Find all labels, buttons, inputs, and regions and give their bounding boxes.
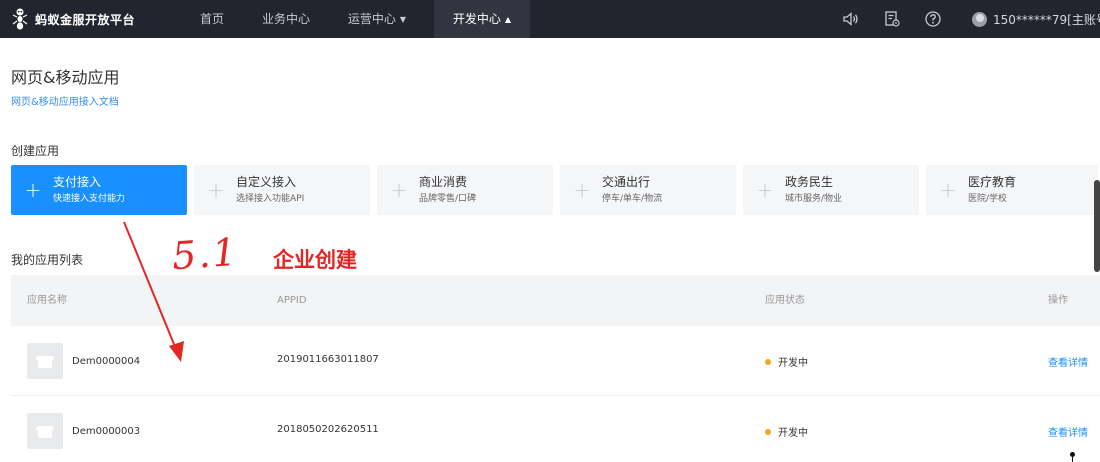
card-subtitle: 停车/单车/物流 <box>602 194 663 204</box>
scrollbar-thumb[interactable] <box>1094 180 1100 272</box>
create-app-label: 创建应用 <box>11 144 60 158</box>
app-id: 2019011663011807 <box>277 354 379 365</box>
doc-link[interactable]: 网页&移动应用接入文档 <box>11 93 119 108</box>
status-dot <box>765 428 771 435</box>
caret-down-icon: ▼ <box>399 15 407 24</box>
status-badge: 开发中 <box>765 354 808 369</box>
nav-item-home[interactable]: 首页 <box>186 0 238 38</box>
table-row: Dem0000003 2018050202620511 开发中 查看详情 <box>11 396 1100 462</box>
app-table-header: 应用名称 APPID 应用状态 操作 <box>11 275 1100 326</box>
ant-logo-icon <box>12 8 28 30</box>
nav-item-business[interactable]: 业务中心 <box>248 0 324 38</box>
column-header-action: 操作 <box>1048 295 1068 306</box>
column-header-appid: APPID <box>277 295 307 306</box>
status-text: 开发中 <box>778 428 808 439</box>
status-text: 开发中 <box>778 358 808 369</box>
create-card-commerce[interactable]: + 商业消费 品牌零售/口碑 <box>377 165 553 215</box>
app-name: Dem0000003 <box>72 426 141 437</box>
card-subtitle: 选择接入功能API <box>236 194 305 204</box>
card-title: 交通出行 <box>602 175 651 189</box>
card-subtitle: 医院/学校 <box>968 194 1008 204</box>
avatar-icon <box>972 11 987 27</box>
document-settings-icon[interactable] <box>883 10 901 28</box>
app-id: 2018050202620511 <box>277 424 379 435</box>
card-title: 支付接入 <box>53 175 102 189</box>
top-nav-bar: 蚂蚁金服开放平台 首页 业务中心 运营中心 ▼ 开发中心 ▲ 150******79… <box>0 0 1100 38</box>
card-title: 商业消费 <box>419 175 468 189</box>
mouse-cursor-tail <box>1072 456 1073 462</box>
nav-item-operations[interactable]: 运营中心 ▼ <box>334 0 420 38</box>
nav-item-label: 业务中心 <box>261 12 310 26</box>
table-row: Dem0000004 2019011663011807 开发中 查看详情 <box>11 326 1100 396</box>
create-card-payment[interactable]: + 支付接入 快速接入支付能力 <box>11 165 187 215</box>
view-details-link[interactable]: 查看详情 <box>1048 424 1088 439</box>
plus-icon: + <box>573 178 591 202</box>
status-badge: 开发中 <box>765 424 808 439</box>
nav-item-label: 运营中心 <box>347 12 396 26</box>
card-title: 政务民生 <box>785 175 834 189</box>
card-subtitle: 快速接入支付能力 <box>53 194 126 204</box>
app-thumbnail-icon <box>27 343 63 379</box>
help-icon[interactable] <box>924 10 942 28</box>
column-header-status: 应用状态 <box>765 295 805 306</box>
view-details-link[interactable]: 查看详情 <box>1048 354 1088 369</box>
card-subtitle: 品牌零售/口碑 <box>419 194 477 204</box>
caret-up-icon: ▲ <box>504 15 512 24</box>
app-thumbnail-icon <box>27 413 63 449</box>
speaker-icon[interactable] <box>841 10 859 28</box>
app-list-label: 我的应用列表 <box>11 253 84 267</box>
plus-icon: + <box>24 178 42 202</box>
annotation-step-number: 5.1 <box>170 229 240 279</box>
plus-icon: + <box>939 178 957 202</box>
annotation-label: 企业创建 <box>273 248 357 272</box>
app-name: Dem0000004 <box>72 356 141 367</box>
create-app-cards: + 支付接入 快速接入支付能力 + 自定义接入 选择接入功能API + 商业消费… <box>11 165 1098 215</box>
column-header-name: 应用名称 <box>27 295 67 306</box>
plus-icon: + <box>756 178 774 202</box>
create-card-custom[interactable]: + 自定义接入 选择接入功能API <box>194 165 370 215</box>
brand-logo[interactable]: 蚂蚁金服开放平台 <box>10 7 135 31</box>
nav-item-developer[interactable]: 开发中心 ▲ <box>434 0 530 38</box>
nav-item-label: 首页 <box>199 12 224 26</box>
account-menu[interactable]: 150******79[主账号 <box>972 0 1100 38</box>
nav-item-label: 开发中心 <box>452 12 501 26</box>
create-card-government[interactable]: + 政务民生 城市服务/物业 <box>743 165 919 215</box>
status-dot <box>765 358 771 365</box>
plus-icon: + <box>207 178 225 202</box>
plus-icon: + <box>390 178 408 202</box>
page-title: 网页&移动应用 <box>11 68 120 87</box>
card-subtitle: 城市服务/物业 <box>785 194 843 204</box>
card-title: 自定义接入 <box>236 175 297 189</box>
account-name: 150******79[主账号 <box>993 12 1100 27</box>
create-card-healthcare[interactable]: + 医疗教育 医院/学校 <box>926 165 1098 215</box>
card-title: 医疗教育 <box>968 175 1017 189</box>
create-card-transport[interactable]: + 交通出行 停车/单车/物流 <box>560 165 736 215</box>
brand-name: 蚂蚁金服开放平台 <box>35 12 136 27</box>
